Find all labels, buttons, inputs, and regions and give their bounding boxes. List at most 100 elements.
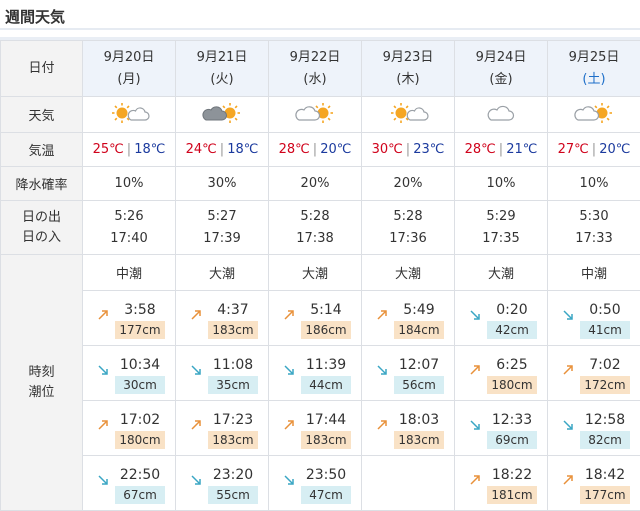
tide-cell: 0:20 42cm <box>454 290 548 346</box>
high-tide-level: 172cm <box>580 375 630 394</box>
tide-cell: 12:33 69cm <box>454 400 548 456</box>
rain-value: 30% <box>175 166 269 201</box>
temp-low: 20℃ <box>599 142 631 157</box>
rain-value: 10% <box>547 166 640 201</box>
sunset-time: 17:33 <box>575 230 613 246</box>
sunrise-time: 5:28 <box>393 208 423 224</box>
temp-high: 28℃ <box>464 142 496 157</box>
tide-row-2: 10:34 30cm 11:08 35cm 11:39 44cm 12:07 56cm 6:25… <box>1 345 640 401</box>
tide-cell: 7:02 172cm <box>547 345 640 401</box>
day-dow-saturday: (土) <box>582 71 606 87</box>
rain-value: 10% <box>82 166 176 201</box>
tide-name: 大潮 <box>175 254 269 291</box>
weather-row: 天気 <box>0 96 640 133</box>
arrow-down-right-icon <box>470 310 480 320</box>
arrow-up-right-icon <box>98 310 108 320</box>
high-tide-level: 180cm <box>487 375 537 394</box>
section-header: 週間天気 <box>0 0 640 40</box>
rain-chance-row: 降水確率 10% 30% 20% 20% 10% 10% <box>0 166 640 201</box>
temp-high: 30℃ <box>371 142 403 157</box>
sunrise-time: 5:28 <box>300 208 330 224</box>
tide-name: 大潮 <box>454 254 548 291</box>
day-header: 9月25日 (土) <box>547 40 640 97</box>
temp-low: 21℃ <box>506 142 538 157</box>
temp-high: 28℃ <box>278 142 310 157</box>
tide-cell: 18:03 183cm <box>361 400 455 456</box>
tide-cell: 23:20 55cm <box>175 455 269 511</box>
sunrise-time: 5:29 <box>486 208 516 224</box>
temperature-row: 気温 25℃ | 18℃ 24℃ | 18℃ 28℃ | 20℃ 30℃ | 23℃ 28℃ | 2… <box>0 132 640 167</box>
tide-cell: 5:49 184cm <box>361 290 455 346</box>
page-title: 週間天気 <box>5 8 66 26</box>
arrow-down-right-icon <box>98 475 108 485</box>
arrow-down-right-icon <box>563 420 573 430</box>
high-tide-level: 186cm <box>301 320 351 339</box>
temp-high: 25℃ <box>92 142 124 157</box>
row-label-weather: 天気 <box>0 96 83 133</box>
row-label-tide: 時刻 潮位 <box>0 254 83 511</box>
rain-value: 10% <box>454 166 548 201</box>
low-tide-level: 30cm <box>115 375 165 394</box>
tide-cell: 11:08 35cm <box>175 345 269 401</box>
arrow-up-right-icon <box>563 475 573 485</box>
row-label-sun: 日の出 日の入 <box>0 200 83 255</box>
row-label-date: 日付 <box>0 40 83 97</box>
tide-row-4: 22:50 67cm 23:20 55cm 23:50 47cm 18:22 181cm 18:… <box>1 455 640 511</box>
high-tide-level: 183cm <box>208 320 258 339</box>
day-date: 9月20日 <box>103 49 155 65</box>
sunset-time: 17:38 <box>296 230 334 246</box>
day-dow: (火) <box>210 71 234 87</box>
day-header: 9月20日 (月) <box>82 40 176 97</box>
temp-high: 24℃ <box>185 142 217 157</box>
day-header: 9月24日 (金) <box>454 40 548 97</box>
temp-low: 18℃ <box>227 142 259 157</box>
arrow-down-right-icon <box>377 365 387 375</box>
sunrise-time: 5:27 <box>207 208 237 224</box>
arrow-up-right-icon <box>191 310 201 320</box>
tide-cell: 23:50 47cm <box>268 455 362 511</box>
tide-cell: 17:02 180cm <box>82 400 176 456</box>
tide-cell: 17:23 183cm <box>175 400 269 456</box>
sun-cloud-icon <box>104 101 154 125</box>
arrow-up-right-icon <box>563 365 573 375</box>
tide-cell: 12:07 56cm <box>361 345 455 401</box>
tide-cell: 12:58 82cm <box>547 400 640 456</box>
arrow-down-right-icon <box>284 475 294 485</box>
sunrise-sunset-row: 日の出 日の入 5:26 17:40 5:27 17:39 5:28 17:38 5:2… <box>0 200 640 255</box>
header-divider <box>0 28 640 30</box>
low-tide-level: 35cm <box>208 375 258 394</box>
arrow-down-right-icon <box>470 420 480 430</box>
cloud-sun-icon <box>290 101 340 125</box>
day-date: 9月24日 <box>475 49 527 65</box>
arrow-up-right-icon <box>470 365 480 375</box>
temp-low: 18℃ <box>134 142 166 157</box>
high-tide-level: 183cm <box>301 430 351 449</box>
arrow-down-right-icon <box>98 365 108 375</box>
tide-cell: 11:39 44cm <box>268 345 362 401</box>
sunrise-time: 5:26 <box>114 208 144 224</box>
tide-cell: 0:50 41cm <box>547 290 640 346</box>
arrow-up-right-icon <box>284 420 294 430</box>
high-tide-level: 181cm <box>487 485 537 504</box>
high-tide-level: 183cm <box>394 430 444 449</box>
day-date: 9月25日 <box>568 49 620 65</box>
low-tide-level: 44cm <box>301 375 351 394</box>
day-header: 9月22日 (水) <box>268 40 362 97</box>
tide-cell: 6:25 180cm <box>454 345 548 401</box>
tide-name: 中潮 <box>547 254 640 291</box>
day-dow: (水) <box>303 71 327 87</box>
date-row: 日付 9月20日 (月) 9月21日 (火) 9月22日 (水) 9月23日 (木) 9… <box>0 40 640 97</box>
arrow-down-right-icon <box>191 365 201 375</box>
sunset-time: 17:40 <box>110 230 148 246</box>
day-date: 9月22日 <box>289 49 341 65</box>
arrow-up-right-icon <box>284 310 294 320</box>
low-tide-level: 42cm <box>487 320 537 339</box>
low-tide-level: 67cm <box>115 485 165 504</box>
arrow-down-right-icon <box>563 310 573 320</box>
tide-name-row: 時刻 潮位 中潮 大潮 大潮 大潮 大潮 中潮 <box>0 254 640 511</box>
day-dow: (金) <box>489 71 513 87</box>
arrow-up-right-icon <box>470 475 480 485</box>
high-tide-level: 177cm <box>115 320 165 339</box>
row-label-rain: 降水確率 <box>0 166 83 201</box>
high-tide-level: 184cm <box>394 320 444 339</box>
